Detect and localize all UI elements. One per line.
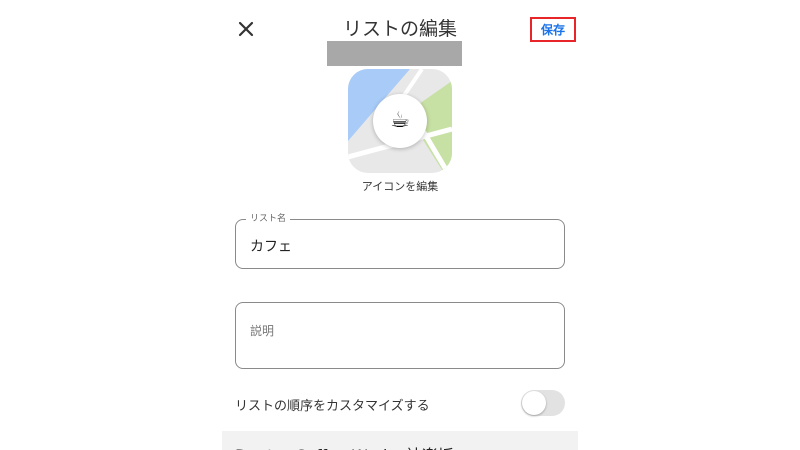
description-field[interactable]: 説明: [235, 302, 565, 369]
save-button[interactable]: 保存: [530, 17, 576, 42]
coffee-icon: ☕: [373, 94, 427, 148]
redacted-area: [327, 41, 462, 66]
close-button[interactable]: [236, 19, 256, 39]
list-name-label: リスト名: [246, 213, 291, 225]
list-name-value: カフェ: [250, 239, 292, 255]
list-item-title: Doutor Coffee Works 神楽坂: [235, 442, 454, 450]
customize-order-label: リストの順序をカスタマイズする: [235, 399, 430, 414]
close-icon: [238, 21, 254, 37]
list-item[interactable]: Doutor Coffee Works 神楽坂: [222, 431, 578, 450]
customize-order-toggle[interactable]: [521, 390, 565, 416]
page-title: リストの編集: [342, 18, 457, 40]
edit-icon-link[interactable]: アイコンを編集: [300, 178, 500, 194]
list-icon-preview[interactable]: ☕: [348, 69, 452, 173]
edit-list-screen: リストの編集 保存 ☕ アイコンを編集 リスト名 カフェ 説明 リストの順序をカ…: [0, 0, 800, 450]
list-name-field[interactable]: リスト名 カフェ: [235, 213, 565, 269]
description-placeholder: 説明: [250, 324, 275, 338]
toggle-knob: [522, 391, 546, 415]
